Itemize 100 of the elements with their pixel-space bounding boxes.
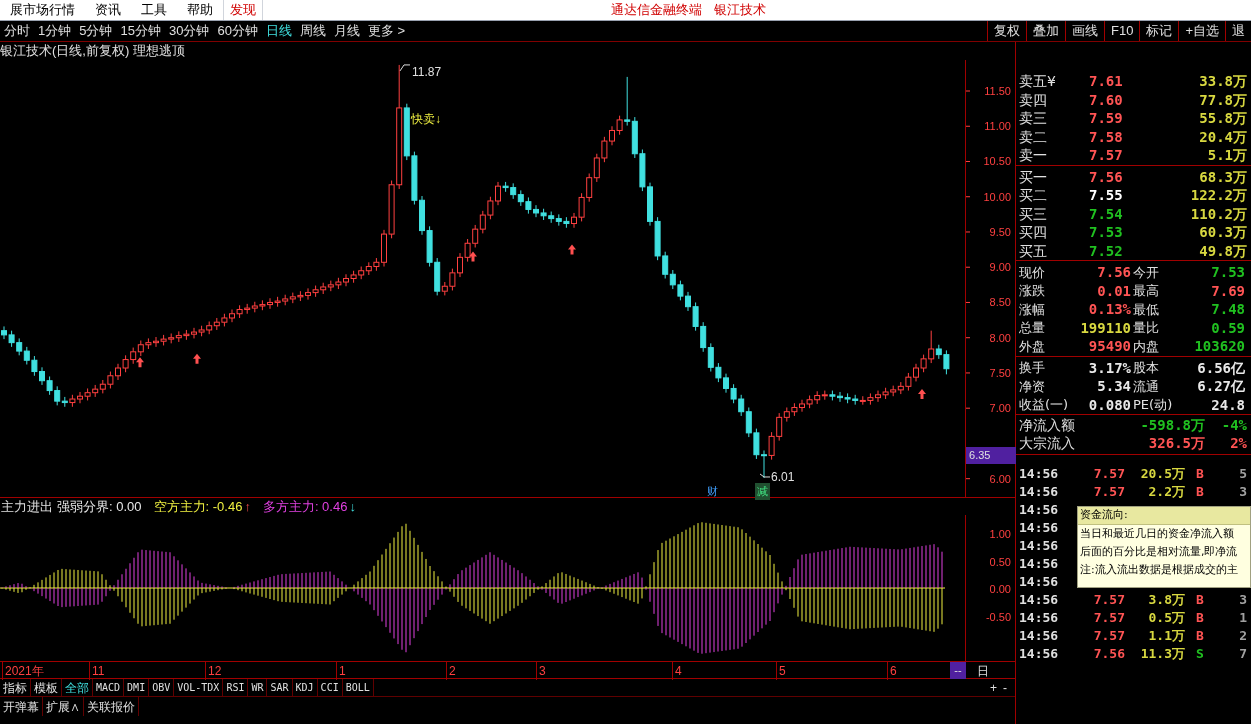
bottom-bar-button[interactable]: 开弹幕 xyxy=(0,697,43,716)
trade-price: 7.57 xyxy=(1092,591,1125,609)
axis-tick xyxy=(966,196,971,198)
scroll-end-marker: -- xyxy=(950,662,966,679)
order-price: 7.57 xyxy=(1089,146,1124,165)
order-price: 7.52 xyxy=(1089,241,1124,261)
toolbar-button[interactable]: 退 xyxy=(1225,21,1251,41)
price-axis-label: 10.50 xyxy=(983,154,1011,169)
flow-amount: 326.5万 xyxy=(1147,434,1205,454)
toolbar-button[interactable]: 叠加 xyxy=(1026,21,1065,41)
bottom-bar-button[interactable]: 关联报价 xyxy=(84,697,139,716)
axis-tick xyxy=(966,337,971,339)
toolbar-button[interactable]: F10 xyxy=(1104,21,1140,41)
period-tab[interactable]: 15分钟 xyxy=(116,21,165,41)
price-axis-label: 7.50 xyxy=(989,365,1011,380)
tooltip-title: 资金流向: xyxy=(1078,507,1250,525)
discover-menu-item[interactable]: 发现 xyxy=(223,0,263,20)
indicator-tab[interactable]: 指标 xyxy=(0,679,31,696)
trade-side: B xyxy=(1195,591,1205,609)
order-book-label: 卖二 xyxy=(1019,127,1048,147)
up-arrow-icon xyxy=(568,244,576,255)
quote-label: 内盘 xyxy=(1133,337,1159,356)
trade-count: 3 xyxy=(1238,483,1247,501)
trade-count: 1 xyxy=(1238,609,1247,627)
period-tab[interactable]: 周线 xyxy=(295,21,330,41)
trade-price: 7.57 xyxy=(1092,483,1125,501)
indicator-value: 多方主力: 0.46 xyxy=(262,497,348,516)
period-tab[interactable]: 月线 xyxy=(329,21,364,41)
indicator-tab[interactable]: CCI xyxy=(317,679,343,696)
leader-line xyxy=(399,64,411,72)
quote-label: 最低 xyxy=(1133,300,1159,319)
toolbar-button[interactable]: 标记 xyxy=(1139,21,1179,41)
low-price-label: 6.01 xyxy=(771,468,795,486)
toolbar-button[interactable]: 复权 xyxy=(987,21,1026,41)
quote-value: 24.8 xyxy=(1210,395,1246,415)
oscillator-axis-label: 0.50 xyxy=(989,554,1011,570)
indicator-tab[interactable]: 全部 xyxy=(62,679,93,696)
price-axis-label: 10.00 xyxy=(983,189,1011,204)
quote-value: 0.01 xyxy=(1096,281,1132,301)
order-volume: 122.2万 xyxy=(1189,186,1247,205)
period-tab[interactable]: 60分钟 xyxy=(213,21,262,41)
indicator-tab[interactable]: BOLL xyxy=(342,679,374,696)
quote-value: 95490 xyxy=(1087,337,1132,356)
toolbar-button[interactable]: +自选 xyxy=(1178,21,1225,41)
quote-label: 股本 xyxy=(1133,359,1159,378)
period-tab[interactable]: 30分钟 xyxy=(164,21,214,41)
indicator-tab[interactable]: VOL-TDX xyxy=(174,679,224,696)
flow-percent: -4% xyxy=(1220,415,1247,435)
date-axis-label: 3 xyxy=(536,662,546,680)
axis-tick xyxy=(966,266,971,268)
quote-value: 199110 xyxy=(1079,318,1132,338)
quote-label: 量比 xyxy=(1133,319,1159,338)
tooltip-text: 后面的百分比是相对流量,即净流 xyxy=(1079,544,1239,560)
bottom-bar-button[interactable]: 扩展∧ xyxy=(43,697,84,716)
indicator-tab[interactable]: RSI xyxy=(223,679,249,696)
menu-item[interactable]: 展市场行情 xyxy=(0,0,85,20)
zoom-button[interactable]: + xyxy=(990,678,997,697)
trade-time: 14:56 xyxy=(1019,555,1060,573)
axis-tick xyxy=(966,478,971,480)
indicator-tab[interactable]: WR xyxy=(248,679,268,696)
trade-time: 14:56 xyxy=(1019,519,1060,537)
indicator-tab[interactable]: DMI xyxy=(124,679,150,696)
menu-item[interactable]: 帮助 xyxy=(177,0,223,20)
trade-time: 14:56 xyxy=(1019,591,1060,609)
axis-tick xyxy=(966,231,971,233)
tooltip-text: 当日和最近几日的资金净流入额 xyxy=(1079,526,1235,542)
price-axis-label: 8.50 xyxy=(989,295,1011,310)
sell-signal-label: 快卖↓ xyxy=(411,111,441,128)
menu-item[interactable]: 资讯 xyxy=(85,0,131,20)
indicator-tab[interactable]: KDJ xyxy=(292,679,318,696)
trade-volume: 11.3万 xyxy=(1139,645,1185,663)
period-tab[interactable]: 更多 > xyxy=(363,21,410,41)
indicator-name: 主力进出 xyxy=(0,497,53,516)
quote-label: 现价 xyxy=(1019,263,1045,282)
indicator-tab[interactable]: SAR xyxy=(267,679,293,696)
order-price: 7.54 xyxy=(1089,204,1124,224)
order-price: 7.59 xyxy=(1089,109,1124,128)
indicator-tab[interactable]: MACD xyxy=(93,679,125,696)
zoom-button[interactable]: - xyxy=(1003,678,1007,697)
oscillator-axis-label: -0.50 xyxy=(985,609,1011,625)
period-tab[interactable]: 5分钟 xyxy=(75,21,117,41)
order-book-label: 买三 xyxy=(1019,204,1048,224)
order-volume: 20.4万 xyxy=(1198,127,1247,147)
quote-label: 今开 xyxy=(1133,263,1159,282)
menu-item[interactable]: 工具 xyxy=(131,0,177,20)
indicator-tab[interactable]: 模板 xyxy=(31,679,62,696)
trade-volume: 3.8万 xyxy=(1147,591,1185,609)
period-tab[interactable]: 日线 xyxy=(261,21,296,41)
trade-time: 14:56 xyxy=(1019,627,1060,645)
order-book-label: 买二 xyxy=(1019,186,1048,205)
indicator-tab[interactable]: OBV xyxy=(149,679,175,696)
order-volume: 5.1万 xyxy=(1206,146,1247,165)
toolbar-button[interactable]: 画线 xyxy=(1065,21,1104,41)
price-axis-label: 11.50 xyxy=(984,84,1011,98)
order-book-label: 买四 xyxy=(1019,223,1048,242)
order-book-label: 买一 xyxy=(1019,167,1048,187)
period-tab[interactable]: 1分钟 xyxy=(34,21,76,41)
period-tab[interactable]: 分时 xyxy=(0,21,34,41)
axis-tick xyxy=(966,372,971,374)
trade-time: 14:56 xyxy=(1019,537,1060,555)
